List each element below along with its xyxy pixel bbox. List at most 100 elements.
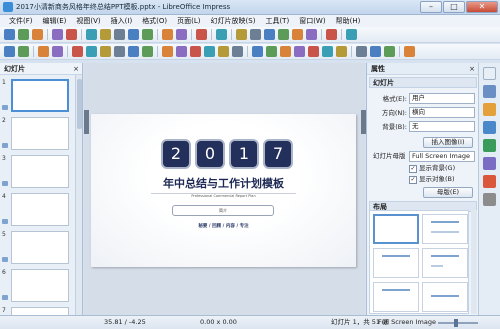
menu-page[interactable]: 页面(L) [172, 15, 205, 27]
insert-image-button[interactable]: 插入图像(I) [423, 137, 473, 148]
menu-edit[interactable]: 编辑(E) [38, 15, 72, 27]
undo-icon[interactable] [162, 29, 173, 40]
properties-close-button[interactable]: × [469, 63, 475, 75]
curve-icon[interactable] [128, 46, 139, 57]
export-pdf-icon[interactable] [52, 29, 63, 40]
format-select[interactable]: 用户 [409, 93, 475, 104]
slide-thumbnail-row[interactable]: 1 [0, 79, 76, 117]
slide-thumbnail-row[interactable]: 3 [0, 155, 76, 193]
slide-thumbnail-row[interactable]: 5 [0, 231, 76, 269]
crop-icon[interactable] [322, 46, 333, 57]
properties-scrollbar[interactable] [471, 210, 477, 314]
sidebar-settings-icon[interactable] [483, 67, 496, 80]
layout-title-only[interactable] [373, 248, 419, 278]
menu-insert[interactable]: 插入(I) [106, 15, 138, 27]
layout-blank[interactable] [373, 214, 419, 244]
close-button[interactable]: ✕ [466, 1, 498, 13]
chart-icon[interactable] [264, 29, 275, 40]
menu-tools[interactable]: 工具(T) [260, 15, 294, 27]
menu-format[interactable]: 格式(O) [137, 15, 172, 27]
zoom-slider-handle[interactable] [454, 319, 458, 327]
properties-icon[interactable] [483, 85, 496, 98]
menu-slideshow[interactable]: 幻灯片放映(S) [206, 15, 261, 27]
layout-two-content[interactable] [422, 248, 468, 278]
shadow-icon[interactable] [308, 46, 319, 57]
table-icon[interactable] [236, 29, 247, 40]
slide-transition-icon[interactable] [483, 139, 496, 152]
select-icon[interactable] [4, 46, 15, 57]
menu-window[interactable]: 窗口(W) [294, 15, 330, 27]
ellipse-icon[interactable] [100, 46, 111, 57]
minimize-button[interactable]: – [420, 1, 442, 13]
clone-icon[interactable] [128, 29, 139, 40]
align-icon[interactable] [266, 46, 277, 57]
show-objects-checkbox[interactable]: ✓ [409, 176, 417, 184]
zoom-icon[interactable] [18, 46, 29, 57]
distribute-icon[interactable] [294, 46, 305, 57]
layout-title-content[interactable] [422, 214, 468, 244]
text-icon[interactable] [346, 29, 357, 40]
master-select[interactable]: Full Screen Image [409, 151, 475, 162]
slide-thumbnail[interactable] [11, 193, 69, 226]
slide-thumbnail[interactable] [11, 231, 69, 264]
3d-icon[interactable] [384, 46, 395, 57]
collapse-left-panel-handle[interactable] [84, 110, 89, 134]
orientation-select[interactable]: 横向 [409, 107, 475, 118]
fontwork-icon[interactable] [306, 29, 317, 40]
toggle-extrusion-icon[interactable] [404, 46, 415, 57]
styles-icon[interactable] [483, 157, 496, 170]
master-slides-icon[interactable] [483, 103, 496, 116]
flowchart-icon[interactable] [204, 46, 215, 57]
paste-icon[interactable] [114, 29, 125, 40]
fill-icon[interactable] [38, 46, 49, 57]
cut-icon[interactable] [86, 29, 97, 40]
custom-animation-icon[interactable] [483, 121, 496, 134]
textbox-icon[interactable] [278, 29, 289, 40]
filter-icon[interactable] [336, 46, 347, 57]
show-background-checkbox[interactable]: ✓ [409, 165, 417, 173]
slides-panel-scrollbar[interactable] [75, 75, 82, 315]
gallery-icon[interactable] [483, 175, 496, 188]
slide-thumbnail[interactable] [11, 117, 69, 150]
slides-panel-close-button[interactable]: × [73, 63, 79, 75]
line-icon[interactable] [72, 46, 83, 57]
grid-icon[interactable] [216, 29, 227, 40]
layout-title-slide[interactable] [373, 282, 419, 312]
slide-thumbnail[interactable] [11, 155, 69, 188]
copy-icon[interactable] [100, 29, 111, 40]
scrollbar-thumb[interactable] [77, 79, 82, 129]
slide-thumbnail-row[interactable]: 4 [0, 193, 76, 231]
slide-thumbnail[interactable] [11, 269, 69, 302]
navigator-icon[interactable] [483, 193, 496, 206]
save-icon[interactable] [32, 29, 43, 40]
maximize-button[interactable]: □ [443, 1, 465, 13]
menu-view[interactable]: 视图(V) [71, 15, 105, 27]
current-slide[interactable]: 2 0 1 7 年中总结与工作计划模板 Professional Commerc… [91, 114, 356, 267]
zoom-slider[interactable] [438, 322, 478, 324]
line-color-icon[interactable] [52, 46, 63, 57]
spelling-icon[interactable] [196, 29, 207, 40]
rotate-icon[interactable] [252, 46, 263, 57]
slide-thumbnail-row[interactable]: 2 [0, 117, 76, 155]
symbol-shapes-icon[interactable] [176, 46, 187, 57]
slide-thumbnail[interactable] [11, 79, 69, 112]
arrow-icon[interactable] [114, 46, 125, 57]
redo-icon[interactable] [176, 29, 187, 40]
clear-icon[interactable] [142, 29, 153, 40]
glue-icon[interactable] [370, 46, 381, 57]
image-icon[interactable] [250, 29, 261, 40]
stars-icon[interactable] [232, 46, 243, 57]
symbol-icon[interactable] [292, 29, 303, 40]
basic-shapes-icon[interactable] [162, 46, 173, 57]
background-select[interactable]: 无 [409, 121, 475, 132]
block-arrows-icon[interactable] [190, 46, 201, 57]
rectangle-icon[interactable] [86, 46, 97, 57]
open-icon[interactable] [18, 29, 29, 40]
menu-file[interactable]: 文件(F) [4, 15, 38, 27]
menu-help[interactable]: 帮助(H) [331, 15, 366, 27]
master-button[interactable]: 母版(E) [423, 187, 473, 198]
arrange-icon[interactable] [280, 46, 291, 57]
callouts-icon[interactable] [218, 46, 229, 57]
slide-thumbnail-row[interactable]: 6 [0, 269, 76, 307]
slideshow-icon[interactable] [326, 29, 337, 40]
